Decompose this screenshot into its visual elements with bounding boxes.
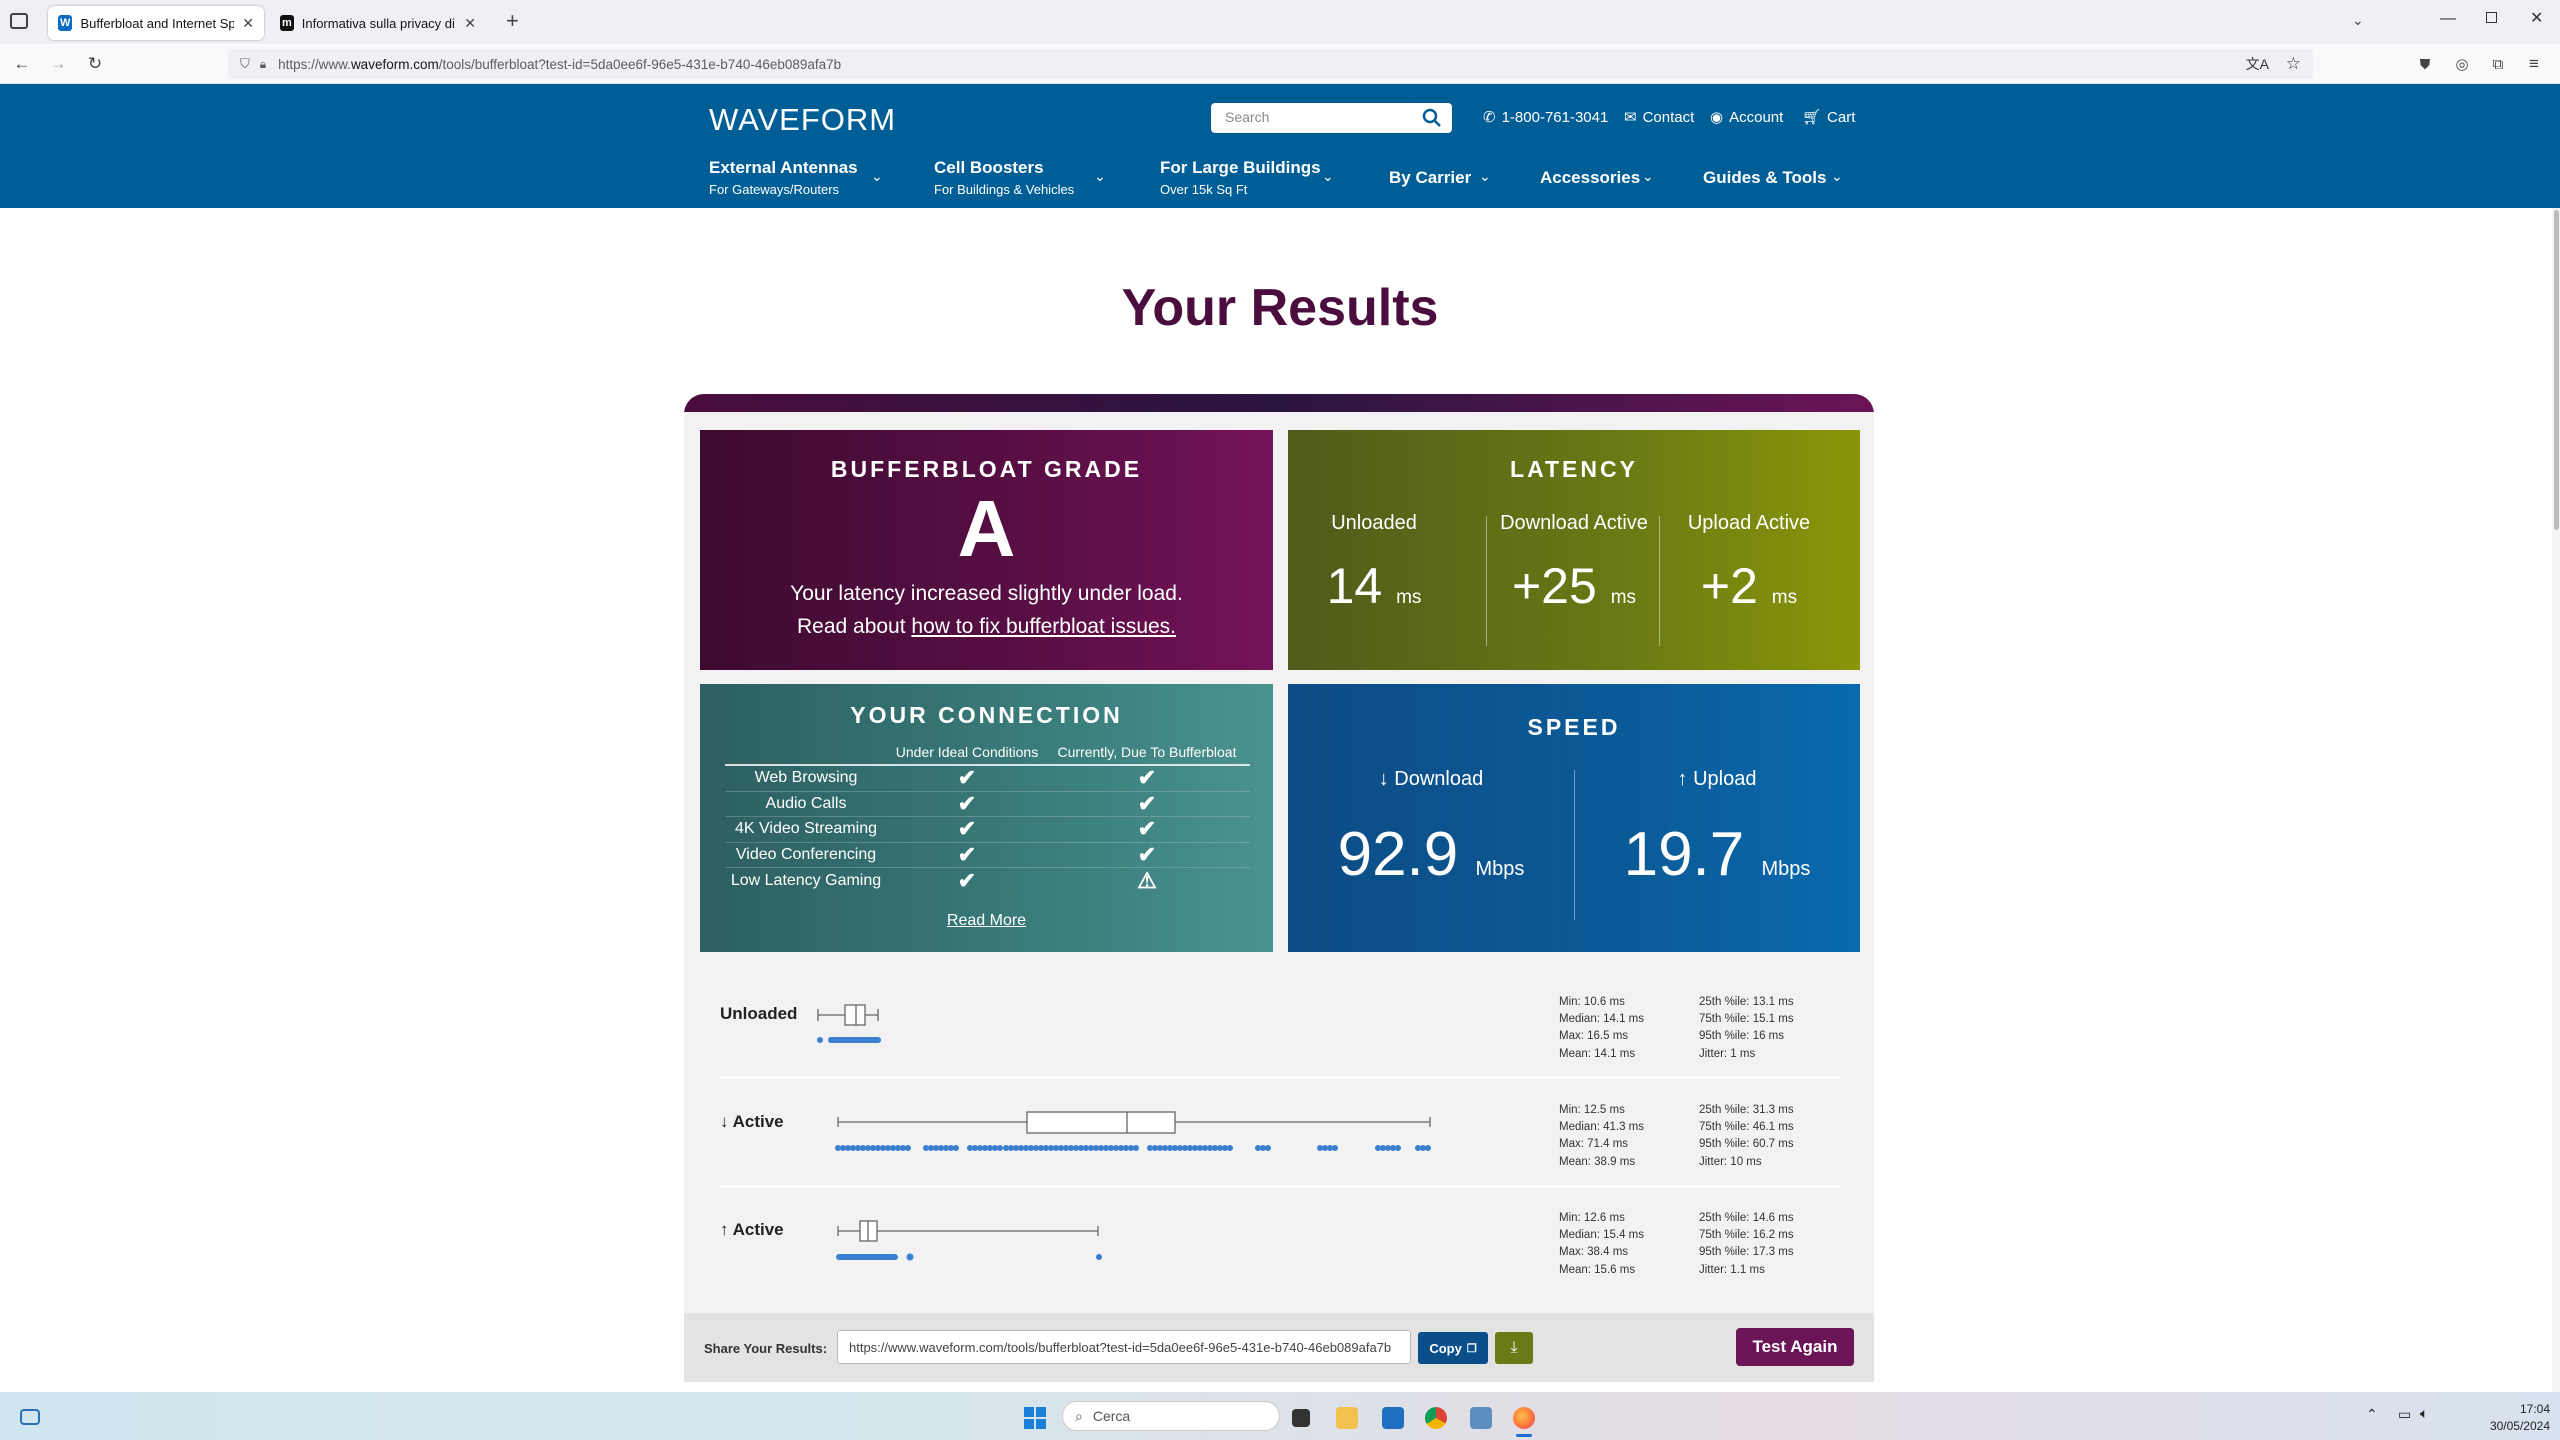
whisker bbox=[837, 1220, 1099, 1242]
windows-start-icon[interactable] bbox=[1024, 1407, 1046, 1429]
stat: Mean: 15.6 ms bbox=[1559, 1263, 1636, 1276]
task-view-icon[interactable] bbox=[1292, 1409, 1310, 1427]
download-icon: ⤓ bbox=[1510, 1339, 1518, 1356]
firefox-active-indicator bbox=[1516, 1434, 1532, 1437]
widgets-icon[interactable] bbox=[20, 1409, 40, 1425]
test-again-button[interactable]: Test Again bbox=[1736, 1328, 1854, 1366]
firefox-icon[interactable] bbox=[1513, 1407, 1535, 1429]
volume-icon[interactable]: 🔈︎ bbox=[2420, 1405, 2428, 1422]
stats-upload-right: 25th %ile: 14.6 ms 75th %ile: 16.2 ms 95th… bbox=[1699, 1210, 1794, 1279]
file-explorer-icon[interactable] bbox=[1336, 1407, 1358, 1429]
stats-upload-left: Min: 12.6 ms Median: 15.4 ms Max: 38.4 ms M… bbox=[1559, 1210, 1644, 1279]
taskbar-search[interactable]: ⌕ Cerca bbox=[1062, 1401, 1280, 1431]
stat: Min: 12.6 ms bbox=[1559, 1212, 1625, 1224]
copy-icon: ❐ bbox=[1466, 1342, 1477, 1355]
share-url-input[interactable]: https://www.waveform.com/tools/bufferblo… bbox=[837, 1330, 1411, 1364]
network-icon[interactable]: ▭ bbox=[2398, 1406, 2411, 1423]
taskbar-search-label: Cerca bbox=[1092, 1408, 1131, 1424]
stat: 25th %ile: 14.6 ms bbox=[1699, 1212, 1794, 1224]
share-bar: Share Your Results: https://www.waveform… bbox=[684, 1313, 1874, 1382]
clock-date: 30/05/2024 bbox=[2489, 1419, 2550, 1433]
stat: Jitter: 1.1 ms bbox=[1699, 1263, 1765, 1276]
remote-desktop-icon[interactable] bbox=[1470, 1407, 1492, 1429]
windows-logo bbox=[1024, 1407, 1046, 1429]
share-label: Share Your Results: bbox=[704, 1341, 828, 1356]
clock-time: 17:04 bbox=[2519, 1402, 2550, 1416]
download-button[interactable]: ⤓ bbox=[1495, 1332, 1533, 1364]
stat: 95th %ile: 17.3 ms bbox=[1699, 1246, 1794, 1259]
clock[interactable]: 17:04 30/05/2024 bbox=[2430, 1401, 2550, 1435]
taskbar bbox=[0, 1392, 2560, 1440]
boxplot-upload-active bbox=[836, 1220, 1102, 1261]
stat: Median: 15.4 ms bbox=[1559, 1229, 1645, 1242]
stat: 75th %ile: 16.2 ms bbox=[1699, 1229, 1794, 1242]
data-points bbox=[836, 1253, 1102, 1261]
copy-button[interactable]: Copy ❐ bbox=[1418, 1332, 1488, 1364]
store-icon[interactable] bbox=[1382, 1407, 1404, 1429]
search-icon: ⌕ bbox=[1075, 1407, 1083, 1424]
copy-label: Copy bbox=[1429, 1340, 1462, 1356]
scrollbar-thumb[interactable] bbox=[2554, 210, 2559, 530]
chrome-icon[interactable] bbox=[1425, 1407, 1447, 1429]
stat: Max: 38.4 ms bbox=[1559, 1246, 1629, 1259]
tray-chevron-icon[interactable]: ⌃ bbox=[2366, 1406, 2378, 1423]
